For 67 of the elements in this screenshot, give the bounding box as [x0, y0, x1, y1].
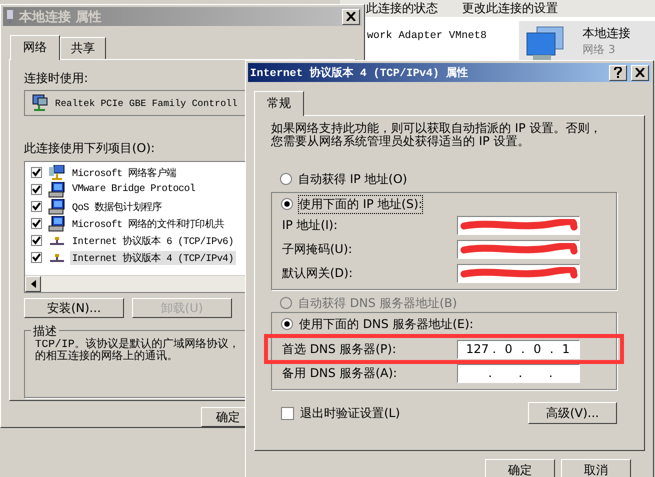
- close-icon: [346, 12, 356, 21]
- checkbox[interactable]: [31, 201, 42, 212]
- intro-text: 您需要从网络系统管理员处获得适当的 IP 设置。: [271, 135, 530, 148]
- adapter-name: Realtek PCIe GBE Family Controll: [55, 98, 238, 108]
- option-label[interactable]: 自动获得 IP 地址(O): [298, 170, 408, 188]
- description-text: 的相互连接的网络上的通讯。: [35, 351, 178, 363]
- components-label: 此连接使用下列项目(O):: [24, 140, 155, 157]
- checkbox[interactable]: [31, 252, 42, 263]
- advanced-button[interactable]: 高级(V)...: [528, 402, 617, 424]
- close-button[interactable]: [631, 64, 649, 80]
- window-title: Internet 协议版本 4 (TCP/IPv4) 属性: [250, 66, 469, 80]
- scroll-left-button[interactable]: [25, 276, 41, 292]
- intro-text: 如果网络支持此功能，则可以获取自动指派的 IP 设置。否则，: [271, 122, 602, 135]
- component-name[interactable]: Microsoft 网络的文件和打印机共: [70, 216, 226, 230]
- component-name[interactable]: QoS 数据包计划程序: [70, 200, 164, 214]
- tab[interactable]: 共享: [60, 37, 106, 59]
- connection-item[interactable]: 本地连接 网络 3: [518, 21, 655, 62]
- network-plug-icon: [5, 8, 15, 24]
- field-label: 首选 DNS 服务器(P):: [282, 340, 398, 358]
- field-label: 默认网关(D):: [282, 264, 354, 282]
- left-arrow-icon: [30, 280, 36, 288]
- ip-address-field[interactable]: 127 . 0 . 0 . 1: [457, 340, 580, 358]
- task-link[interactable]: 此连接的状态: [366, 0, 438, 17]
- checkbox[interactable]: [31, 235, 42, 246]
- close-icon: [635, 68, 645, 77]
- description-text: TCP/IP。该协议是默认的广域网络协议，: [35, 339, 240, 351]
- dialog-button[interactable]: 确定: [485, 459, 555, 477]
- checkbox[interactable]: [31, 218, 42, 229]
- checkbox[interactable]: [31, 167, 42, 178]
- radio-button[interactable]: [281, 198, 293, 210]
- computer-icon: [48, 216, 66, 232]
- network-adapter-icon: [31, 94, 49, 112]
- ip-address-field[interactable]: . . .: [457, 364, 580, 382]
- checkbox-label[interactable]: 退出时验证设置(L): [300, 404, 400, 422]
- ip-address-field[interactable]: [457, 264, 580, 282]
- tab[interactable]: 常规: [254, 91, 304, 116]
- option-label[interactable]: 使用下面的 DNS 服务器地址(E):: [299, 316, 474, 332]
- connection-network: 网络 3: [582, 42, 616, 57]
- group-title: 描述: [31, 323, 59, 340]
- computer-icon: [48, 198, 66, 214]
- checkbox[interactable]: [31, 184, 42, 195]
- checkbox[interactable]: [281, 406, 294, 420]
- ip-address-field[interactable]: [457, 216, 580, 234]
- connection-name: 本地连接: [582, 25, 631, 42]
- ip-address-field[interactable]: [457, 240, 580, 258]
- computer-network-icon: [48, 164, 66, 180]
- help-icon: [614, 67, 622, 78]
- component-name[interactable]: Internet 协议版本 6 (TCP/IPv6): [70, 234, 236, 248]
- field-label: 子网掩码(U):: [282, 240, 354, 258]
- dialog-button[interactable]: 取消: [561, 459, 631, 477]
- radio-button[interactable]: [280, 173, 292, 185]
- close-button[interactable]: [342, 8, 360, 24]
- dialog-button[interactable]: 安装(N)...: [24, 298, 124, 318]
- window-title: 本地连接 属性: [19, 8, 103, 26]
- connection-item[interactable]: work Adapter VMnet8: [365, 29, 489, 43]
- computer-icon: [48, 182, 66, 198]
- field-label: 备用 DNS 服务器(A):: [282, 364, 398, 382]
- connect-using-label: 连接时使用:: [24, 70, 88, 87]
- field-label: IP 地址(I):: [282, 216, 339, 234]
- tab[interactable]: 网络: [10, 35, 60, 60]
- option-label[interactable]: 使用下面的 IP 地址(S):: [299, 196, 422, 212]
- help-button[interactable]: [609, 64, 627, 80]
- component-name[interactable]: Microsoft 网络客户端: [70, 166, 178, 180]
- component-name[interactable]: Internet 协议版本 4 (TCP/IPv4): [70, 250, 236, 264]
- task-link[interactable]: 更改此连接的设置: [462, 0, 558, 17]
- radio-button[interactable]: [281, 318, 293, 330]
- component-name[interactable]: VMware Bridge Protocol: [70, 184, 198, 195]
